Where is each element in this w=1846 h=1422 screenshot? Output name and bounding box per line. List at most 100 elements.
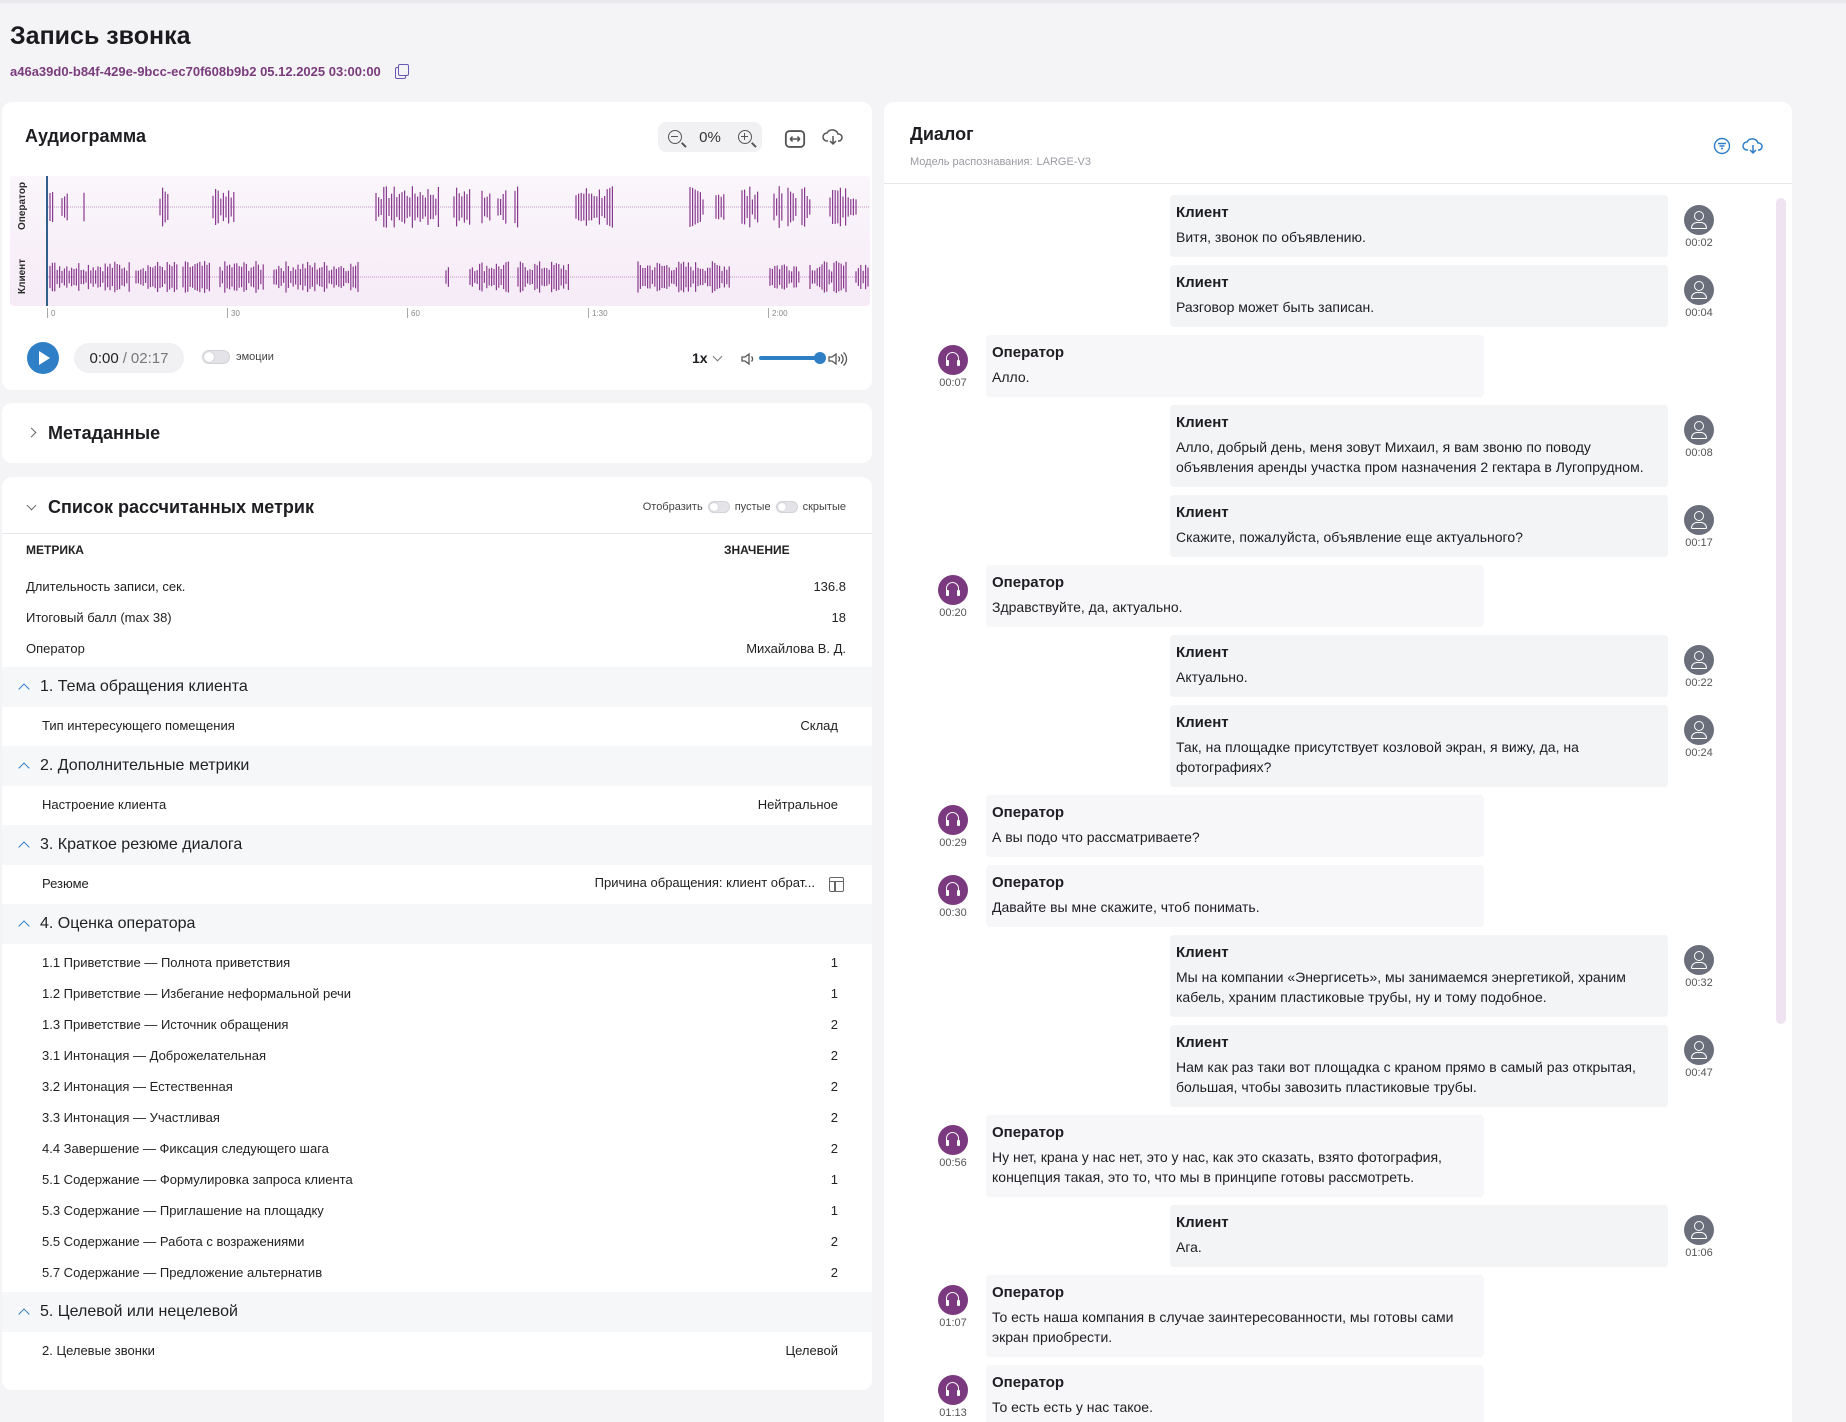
volume-high-icon[interactable] xyxy=(827,351,851,367)
chevron-up-icon xyxy=(18,920,30,932)
dialog-scrollbar[interactable] xyxy=(1776,198,1786,1024)
client-avatar-icon xyxy=(1684,1215,1714,1245)
metric-row: Оператор Михайлова В. Д. xyxy=(2,633,872,664)
zoom-in-icon[interactable] xyxy=(738,130,752,144)
copy-icon[interactable] xyxy=(393,63,409,79)
waveform[interactable] xyxy=(10,176,870,306)
chevron-down-icon[interactable] xyxy=(26,500,37,511)
metric-row: 5.5 Содержание — Работа с возражениями 2 xyxy=(2,1226,872,1257)
message-timestamp[interactable]: 00:24 xyxy=(1679,747,1719,759)
chevron-up-icon xyxy=(18,841,30,853)
operator-message[interactable]: Оператор То есть есть у нас такое. xyxy=(986,1365,1484,1422)
message-timestamp[interactable]: 00:08 xyxy=(1679,447,1719,459)
message-timestamp[interactable]: 00:04 xyxy=(1679,307,1719,319)
metric-group-title: 3. Краткое резюме диалога xyxy=(40,836,243,853)
volume-slider-thumb[interactable] xyxy=(814,352,826,364)
message-timestamp[interactable]: 01:13 xyxy=(933,1407,973,1419)
download-cloud-icon[interactable] xyxy=(822,128,844,146)
message-speaker: Клиент xyxy=(1176,504,1229,521)
metric-group-title: 1. Тема обращения клиента xyxy=(40,678,248,695)
message-text: То есть наша компания в случае заинтерес… xyxy=(992,1309,1454,1345)
client-message[interactable]: Клиент Скажите, пожалуйста, объявление ещ… xyxy=(1170,495,1668,557)
metrics-title: Список рассчитанных метрик xyxy=(48,497,314,517)
message-text: Скажите, пожалуйста, объявление еще акту… xyxy=(1176,529,1523,545)
waveform-svg[interactable] xyxy=(10,176,870,306)
display-filters: Отобразить пустые скрытые xyxy=(643,501,846,513)
metric-group-target[interactable]: 5. Целевой или нецелевой xyxy=(2,1292,872,1332)
message-timestamp[interactable]: 00:02 xyxy=(1679,237,1719,249)
message-speaker: Клиент xyxy=(1176,644,1229,661)
operator-message[interactable]: Оператор Ну нет, крана у нас нет, это у н… xyxy=(986,1115,1484,1197)
metadata-card[interactable]: Метаданные xyxy=(2,403,872,463)
metric-group-topic[interactable]: 1. Тема обращения клиента xyxy=(2,667,872,707)
message-timestamp[interactable]: 00:30 xyxy=(933,907,973,919)
client-message[interactable]: Клиент Нам как раз таки вот площадка с кр… xyxy=(1170,1025,1668,1107)
metric-group-additional[interactable]: 2. Дополнительные метрики xyxy=(2,746,872,786)
metadata-title: Метаданные xyxy=(48,423,161,443)
metric-row: 2. Целевые звонки Целевой xyxy=(2,1335,872,1366)
tick-label: 0 xyxy=(47,308,55,318)
client-message[interactable]: Клиент Ага. xyxy=(1170,1205,1668,1267)
message-speaker: Клиент xyxy=(1176,204,1229,221)
operator-message[interactable]: Оператор То есть наша компания в случае з… xyxy=(986,1275,1484,1357)
message-speaker: Клиент xyxy=(1176,714,1229,731)
message-speaker: Клиент xyxy=(1176,274,1229,291)
client-message[interactable]: Клиент Мы на компании «Энергисеть», мы за… xyxy=(1170,935,1668,1017)
track-label-client: Клиент xyxy=(17,258,28,294)
message-timestamp[interactable]: 00:07 xyxy=(933,377,973,389)
metric-group-summary[interactable]: 3. Краткое резюме диалога xyxy=(2,825,872,865)
play-button[interactable] xyxy=(27,342,59,374)
zoom-value: 0% xyxy=(699,128,721,146)
message-timestamp[interactable]: 00:56 xyxy=(933,1157,973,1169)
message-text: Разговор может быть записан. xyxy=(1176,299,1375,315)
client-message[interactable]: Клиент Так, на площадке присутствует козл… xyxy=(1170,705,1668,787)
message-timestamp[interactable]: 00:29 xyxy=(933,837,973,849)
metric-group-operator-score[interactable]: 4. Оценка оператора xyxy=(2,904,872,944)
client-avatar-icon xyxy=(1684,645,1714,675)
chevron-right-icon[interactable] xyxy=(26,427,37,438)
message-timestamp[interactable]: 00:32 xyxy=(1679,977,1719,989)
client-avatar-icon xyxy=(1684,505,1714,535)
metrics-divider xyxy=(2,533,872,534)
column-header-value: ЗНАЧЕНИЕ xyxy=(724,543,790,557)
metric-group-title: 5. Целевой или нецелевой xyxy=(40,1303,238,1320)
metric-label: 2. Целевые звонки xyxy=(42,1343,155,1358)
volume-slider[interactable] xyxy=(759,352,826,364)
expand-text-icon[interactable] xyxy=(829,876,844,892)
message-timestamp[interactable]: 00:17 xyxy=(1679,537,1719,549)
operator-message[interactable]: Оператор Алло. xyxy=(986,335,1484,397)
client-message[interactable]: Клиент Витя, звонок по объявлению. xyxy=(1170,195,1668,257)
show-empty-toggle[interactable] xyxy=(707,501,730,513)
filter-icon[interactable] xyxy=(1713,137,1731,155)
volume-low-icon[interactable] xyxy=(740,351,756,367)
display-label: Отобразить xyxy=(642,501,703,513)
message-text: А вы подо что рассматриваете? xyxy=(992,829,1200,845)
operator-message[interactable]: Оператор Давайте вы мне скажите, чтоб пон… xyxy=(986,865,1484,927)
client-message[interactable]: Клиент Актуально. xyxy=(1170,635,1668,697)
download-cloud-icon[interactable] xyxy=(1742,137,1764,155)
audiogram-title: Аудиограмма xyxy=(25,126,146,146)
client-message[interactable]: Клиент Алло, добрый день, меня зовут Миха… xyxy=(1170,405,1668,487)
zoom-out-icon[interactable] xyxy=(668,130,682,144)
operator-headset-icon xyxy=(938,1285,968,1315)
operator-message[interactable]: Оператор А вы подо что рассматриваете? xyxy=(986,795,1484,857)
message-speaker: Оператор xyxy=(992,344,1065,361)
message-timestamp[interactable]: 00:20 xyxy=(933,607,973,619)
emotions-toggle[interactable] xyxy=(202,350,230,364)
page-title: Запись звонка xyxy=(10,22,191,50)
operator-message[interactable]: Оператор Здравствуйте, да, актуально. xyxy=(986,565,1484,627)
show-hidden-toggle[interactable] xyxy=(775,501,798,513)
message-timestamp[interactable]: 00:22 xyxy=(1679,677,1719,689)
metric-row: 5.7 Содержание — Предложение альтернатив… xyxy=(2,1257,872,1288)
client-message[interactable]: Клиент Разговор может быть записан. xyxy=(1170,265,1668,327)
metric-label: Длительность записи, сек. xyxy=(26,579,186,594)
message-timestamp[interactable]: 01:06 xyxy=(1679,1247,1719,1259)
time-current: 0:00 xyxy=(89,349,119,367)
message-timestamp[interactable]: 00:47 xyxy=(1679,1067,1719,1079)
message-timestamp[interactable]: 01:07 xyxy=(933,1317,973,1329)
message-speaker: Клиент xyxy=(1176,414,1229,431)
metrics-card: Список рассчитанных метрик Отобразить пу… xyxy=(2,477,872,1390)
speed-select[interactable]: 1x xyxy=(692,350,723,366)
metric-value: 2 xyxy=(830,1017,838,1032)
fit-width-icon[interactable] xyxy=(784,128,806,150)
